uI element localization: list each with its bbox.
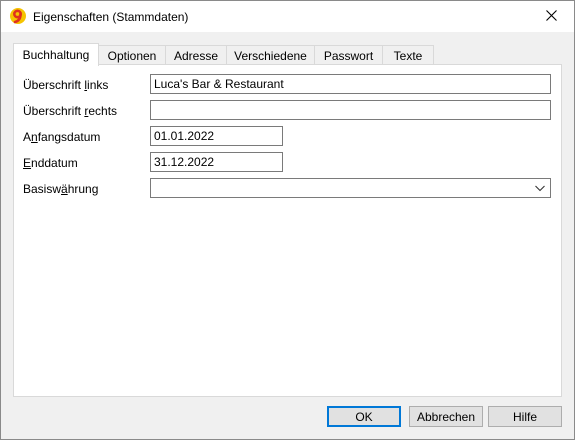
tab-texte[interactable]: Texte	[382, 45, 434, 65]
ok-button[interactable]: OK	[327, 406, 401, 427]
header-right-input[interactable]	[150, 100, 551, 120]
tab-label: Adresse	[173, 48, 219, 63]
end-date-input[interactable]: 31.12.2022	[150, 152, 283, 172]
start-date-input[interactable]: 01.01.2022	[150, 126, 283, 146]
header-left-input[interactable]: Luca's Bar & Restaurant	[150, 74, 551, 94]
start-date-label: Anfangsdatum	[23, 130, 101, 144]
tab-label: Verschiedene	[234, 48, 307, 63]
tab-passwort[interactable]: Passwort	[314, 45, 383, 65]
tab-adresse[interactable]: Adresse	[165, 45, 227, 65]
base-currency-label: Basiswährung	[23, 182, 99, 196]
tab-label: Texte	[393, 48, 423, 63]
dialog-window: Eigenschaften (Stammdaten) Buchhaltung O…	[0, 0, 575, 440]
tab-label: Buchhaltung	[22, 48, 90, 62]
header-right-label: Überschrift rechts	[23, 104, 118, 118]
help-button[interactable]: Hilfe	[488, 406, 562, 427]
end-date-label: Enddatum	[23, 156, 78, 170]
tab-optionen[interactable]: Optionen	[98, 45, 166, 65]
tab-bar: Buchhaltung Optionen Adresse Verschieden…	[13, 43, 562, 66]
header-left-label: Überschrift links	[23, 78, 109, 92]
close-icon	[545, 9, 557, 24]
close-button[interactable]	[528, 1, 574, 32]
cancel-button[interactable]: Abbrechen	[409, 406, 483, 427]
title-bar: Eigenschaften (Stammdaten)	[1, 1, 574, 32]
tab-verschiedene[interactable]: Verschiedene	[226, 45, 315, 65]
chevron-down-icon[interactable]	[534, 182, 546, 194]
tab-buchhaltung[interactable]: Buchhaltung	[13, 43, 99, 66]
banana-app-icon	[9, 7, 27, 25]
tab-label: Passwort	[323, 48, 374, 63]
base-currency-select[interactable]	[150, 178, 551, 198]
window-title: Eigenschaften (Stammdaten)	[33, 10, 189, 24]
tab-label: Optionen	[107, 48, 157, 63]
